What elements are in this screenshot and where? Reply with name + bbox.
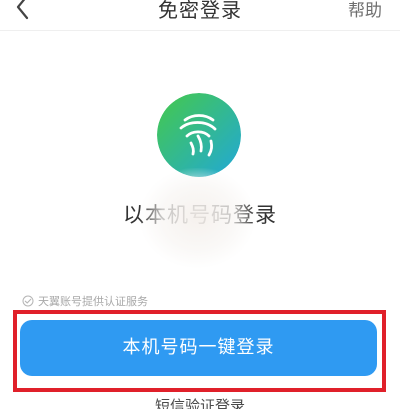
page-title: 免密登录 [158,0,242,22]
help-link[interactable]: 帮助 [348,0,382,21]
sms-login-link[interactable]: 短信验证登录 [0,395,400,409]
one-click-login-button[interactable]: 本机号码一键登录 [20,320,377,376]
navigation-bar: 免密登录 帮助 [0,0,400,31]
login-page: 免密登录 帮助 以本机号码登录 天翼账号提供认证服务 本机号码一键登录 短信验证… [0,0,400,409]
auth-service-notice: 天翼账号提供认证服务 [22,293,148,309]
auth-service-text: 天翼账号提供认证服务 [38,295,148,308]
masked-phone-login-text: 以本机号码登录 [123,203,277,227]
check-circle-icon [22,295,34,307]
fingerprint-logo-icon [157,93,241,177]
